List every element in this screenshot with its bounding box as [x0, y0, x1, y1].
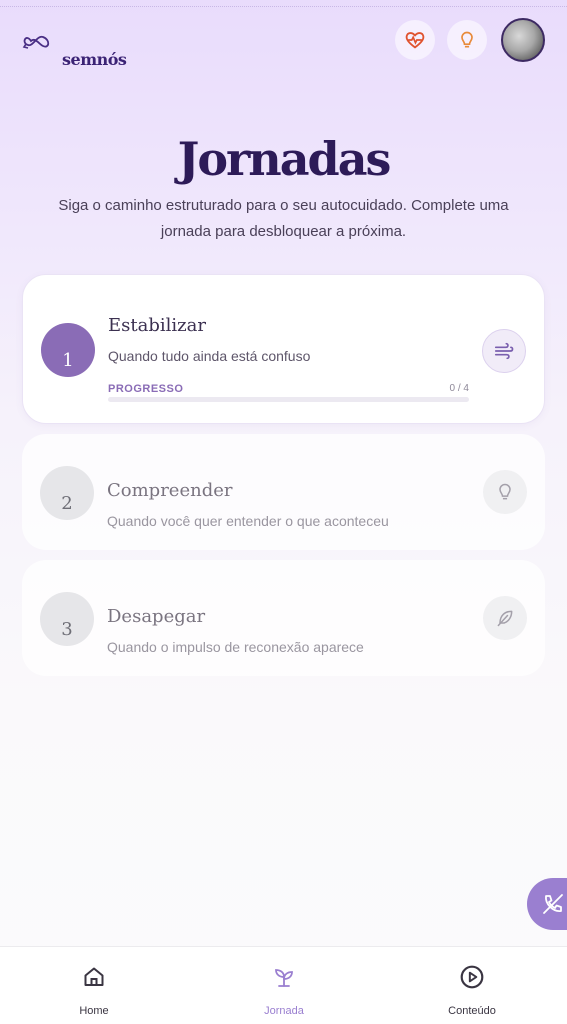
lightbulb-icon	[461, 31, 473, 48]
feather-icon	[497, 610, 513, 627]
bottom-nav: Home Jornada Conteúdo	[0, 946, 567, 1024]
journey-card-estabilizar[interactable]: 1 Estabilizar Quando tudo ainda está con…	[22, 274, 545, 424]
support-call-button[interactable]	[527, 878, 567, 930]
phone-off-icon	[543, 894, 563, 914]
wind-icon	[494, 342, 514, 360]
journey-description: Quando tudo ainda está confuso	[108, 348, 311, 364]
logo-infinity-icon	[22, 35, 50, 49]
nav-label: Home	[79, 1005, 109, 1017]
journey-icon-button[interactable]	[483, 470, 527, 514]
journey-number: 3	[40, 592, 94, 646]
home-icon	[84, 967, 104, 986]
lightbulb-icon	[499, 483, 511, 500]
journey-icon-button[interactable]	[483, 596, 527, 640]
progress-bar	[108, 397, 469, 402]
nav-item-conteudo[interactable]: Conteúdo	[427, 963, 517, 1017]
journey-icon-button[interactable]	[482, 329, 526, 373]
avatar[interactable]	[501, 18, 545, 62]
brand-name: semnós	[62, 50, 127, 69]
page-subtitle: Siga o caminho estruturado para o seu au…	[58, 197, 509, 240]
journey-card-compreender[interactable]: 2 Compreender Quando você quer entender …	[22, 434, 545, 550]
health-button[interactable]	[395, 20, 435, 60]
logo[interactable]: semnós	[22, 28, 142, 69]
header: semnós	[22, 18, 545, 69]
heart-pulse-icon	[405, 32, 425, 49]
sprout-icon	[275, 969, 293, 987]
journey-title: Estabilizar	[108, 315, 206, 336]
top-dotted-line	[0, 6, 567, 7]
page-title: Jornadas	[177, 132, 392, 186]
nav-item-jornada[interactable]: Jornada	[239, 963, 329, 1017]
journey-number: 2	[40, 466, 94, 520]
journey-description: Quando o impulso de reconexão aparece	[107, 639, 364, 655]
tips-button[interactable]	[447, 20, 487, 60]
journey-title: Desapegar	[107, 606, 206, 627]
journey-title: Compreender	[107, 480, 233, 501]
play-circle-icon	[460, 965, 484, 989]
journey-number: 1	[41, 323, 95, 377]
journey-description: Quando você quer entender o que acontece…	[107, 513, 389, 529]
nav-label: Jornada	[264, 1005, 304, 1017]
nav-item-home[interactable]: Home	[49, 963, 139, 1017]
nav-label: Conteúdo	[448, 1005, 496, 1017]
journey-card-desapegar[interactable]: 3 Desapegar Quando o impulso de reconexã…	[22, 560, 545, 676]
progress-count: 0 / 4	[449, 383, 469, 394]
progress-label: PROGRESSO	[108, 383, 184, 395]
